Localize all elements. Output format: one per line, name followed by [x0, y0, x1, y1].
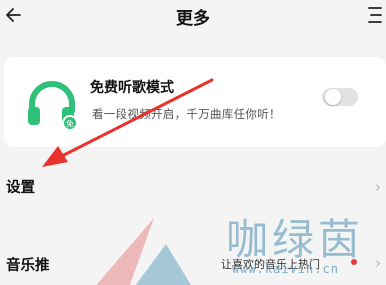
- watermark-logo: [96, 218, 191, 285]
- watermark-url: www.kaivin.cn: [232, 262, 339, 276]
- menu-icon: [368, 7, 382, 23]
- top-bar: 更多: [0, 0, 386, 34]
- settings-label: 设置: [6, 180, 35, 196]
- svg-text:免: 免: [66, 119, 74, 129]
- headphones-icon: 免: [28, 81, 78, 131]
- menu-button[interactable]: [360, 0, 386, 30]
- free-listen-toggle[interactable]: [322, 88, 358, 106]
- watermark-text: 咖绿茵: [226, 215, 365, 264]
- chevron-right-icon: ›: [375, 178, 381, 196]
- free-listen-description: 看一段视频开启，千万曲库任你听！: [92, 107, 281, 121]
- chevron-right-icon: ›: [375, 254, 381, 272]
- toggle-knob: [325, 89, 341, 105]
- free-listen-title: 免费听歌模式: [90, 80, 174, 96]
- music-promo-label: 音乐推: [6, 258, 50, 274]
- page-title: 更多: [176, 9, 210, 29]
- more-screen: 更多 免 免费听歌模式 看一段视频开启，千万曲库任你听！ 设置 › 音乐推 › …: [0, 0, 386, 285]
